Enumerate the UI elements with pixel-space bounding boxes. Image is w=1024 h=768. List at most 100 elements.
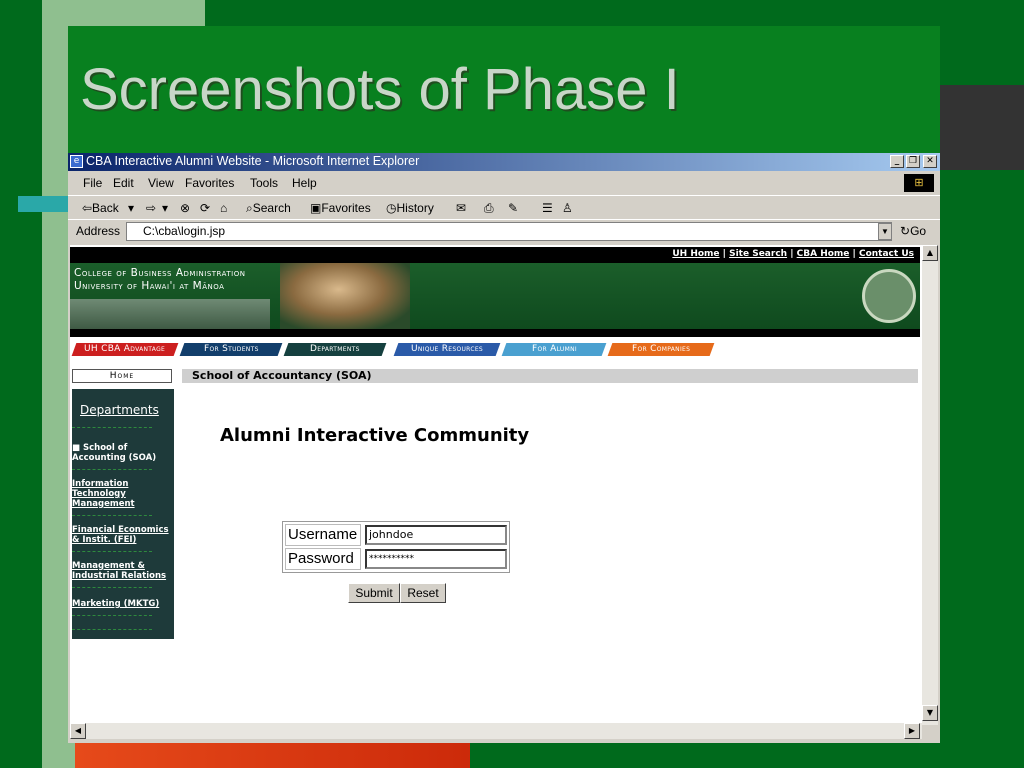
sidebar-divider <box>72 615 152 616</box>
tab-label: For Alumni <box>531 344 577 354</box>
scroll-right-icon[interactable]: ▶ <box>904 723 920 739</box>
vertical-scrollbar[interactable]: ▲ ▼ <box>922 245 938 725</box>
forward-button[interactable]: ⇨ <box>146 201 156 215</box>
search-label: Search <box>252 201 291 215</box>
section-title: School of Accountancy (SOA) <box>182 369 918 383</box>
horizontal-scrollbar[interactable]: ◀ ▶ <box>70 723 922 739</box>
university-seal-icon <box>862 269 916 323</box>
address-dropdown-icon[interactable]: ▼ <box>878 223 892 240</box>
sidebar-divider <box>72 427 152 428</box>
slide-decoration-orange <box>75 742 470 768</box>
tab-uh-cba-advantage[interactable]: UH CBA Advantage <box>71 343 179 356</box>
maximize-button[interactable]: ❐ <box>906 155 920 168</box>
go-button[interactable]: ↻Go <box>900 224 926 238</box>
tab-unique-resources[interactable]: Unique Resources <box>393 343 501 356</box>
messenger-icon[interactable]: ♙ <box>562 201 573 215</box>
sidebar-item-fei[interactable]: Financial Economics & Instit. (FEI) <box>72 525 172 545</box>
back-button[interactable]: ⇦Back <box>82 201 119 215</box>
tab-for-alumni[interactable]: For Alumni <box>501 343 607 356</box>
tab-label: Unique Resources <box>410 344 484 354</box>
edit-icon[interactable]: ✎ <box>508 201 518 215</box>
link-uh-home[interactable]: UH Home <box>672 249 719 259</box>
print-icon[interactable]: ⎙ <box>484 201 494 216</box>
history-button[interactable]: ◷History <box>386 201 434 215</box>
home-icon[interactable]: ⌂ <box>220 201 227 215</box>
menu-tools[interactable]: Tools <box>250 176 278 190</box>
login-form: Username johndoe Password ********** <box>282 521 510 573</box>
go-icon: ↻ <box>900 224 911 238</box>
browser-window: e CBA Interactive Alumni Website - Micro… <box>68 153 940 743</box>
reset-button[interactable]: Reset <box>400 583 446 603</box>
scroll-down-icon[interactable]: ▼ <box>922 705 938 721</box>
link-contact-us[interactable]: Contact Us <box>859 249 914 259</box>
go-label: Go <box>910 224 927 238</box>
sidebar-item-mktg[interactable]: Marketing (MKTG) <box>72 599 172 609</box>
address-input[interactable]: C:\cba\login.jsp <box>126 222 892 241</box>
banner-divider <box>70 329 920 337</box>
menu-bar: File Edit View Favorites Tools Help ⊞ <box>68 171 940 195</box>
banner-building-image <box>70 299 270 329</box>
close-button[interactable]: ✕ <box>923 155 937 168</box>
sidebar-heading[interactable]: Departments <box>80 403 159 417</box>
favorites-button[interactable]: ▣Favorites <box>310 201 371 215</box>
sidebar-divider <box>72 469 152 470</box>
address-bar: Address C:\cba\login.jsp ▼ ↻Go <box>68 219 940 244</box>
history-icon: ◷ <box>386 201 397 215</box>
scroll-up-icon[interactable]: ▲ <box>922 245 938 261</box>
bullet-icon: ■ <box>72 443 83 453</box>
slide-title: Screenshots of Phase I <box>80 57 680 122</box>
back-dropdown-icon[interactable]: ▾ <box>128 201 134 215</box>
submit-button[interactable]: Submit <box>348 583 400 603</box>
mail-icon[interactable]: ✉ <box>456 201 466 215</box>
window-title: CBA Interactive Alumni Website - Microso… <box>86 154 420 168</box>
nav-separator: | <box>790 249 794 259</box>
page-viewport: UH Home | Site Search | CBA Home | Conta… <box>70 245 922 725</box>
link-cba-home[interactable]: CBA Home <box>797 249 850 259</box>
windows-logo-icon: ⊞ <box>904 174 934 192</box>
tab-label: For Companies <box>631 344 691 354</box>
menu-help[interactable]: Help <box>292 176 317 190</box>
tab-departments[interactable]: Departments <box>283 343 387 356</box>
username-field[interactable]: johndoe <box>365 525 507 545</box>
site-banner: College of Business Administration Unive… <box>70 263 920 329</box>
banner-students-photo <box>280 263 410 329</box>
banner-college-name: College of Business Administration <box>74 267 246 279</box>
sidebar-item-mir[interactable]: Management & Industrial Relations <box>72 561 172 581</box>
departments-sidebar: Departments ■ School of Accounting (SOA)… <box>72 389 174 639</box>
password-field[interactable]: ********** <box>365 549 507 569</box>
address-label: Address <box>76 224 121 238</box>
favorites-label: Favorites <box>321 201 371 215</box>
slide-decoration-teal <box>18 196 68 212</box>
stop-icon[interactable]: ⊗ <box>180 201 190 215</box>
toolbar: ⇦Back ▾ ⇨ ▾ ⊗ ⟳ ⌂ ⌕Search ▣Favorites ◷Hi… <box>68 195 940 220</box>
tab-for-companies[interactable]: For Companies <box>607 343 715 356</box>
discuss-icon[interactable]: ☰ <box>542 201 553 215</box>
window-titlebar[interactable]: e CBA Interactive Alumni Website - Micro… <box>68 153 940 171</box>
refresh-icon[interactable]: ⟳ <box>200 201 210 215</box>
sidebar-item-itm[interactable]: Information Technology Management <box>72 479 172 509</box>
nav-separator: | <box>722 249 726 259</box>
slide-decoration-dark <box>940 85 1024 170</box>
menu-favorites[interactable]: Favorites <box>185 176 234 190</box>
forward-dropdown-icon[interactable]: ▾ <box>162 201 168 215</box>
tab-label: UH CBA Advantage <box>84 344 166 354</box>
menu-file[interactable]: File <box>83 176 102 190</box>
page-heading: Alumni Interactive Community <box>220 425 530 446</box>
banner-university-name: University of Hawai'i at Mānoa <box>74 280 225 292</box>
tab-label: For Students <box>203 344 259 354</box>
sidebar-divider <box>72 515 152 516</box>
tab-for-students[interactable]: For Students <box>179 343 283 356</box>
menu-edit[interactable]: Edit <box>113 176 134 190</box>
menu-view[interactable]: View <box>148 176 174 190</box>
sidebar-divider <box>72 551 152 552</box>
nav-separator: | <box>852 249 856 259</box>
password-label: Password <box>285 548 361 570</box>
search-button[interactable]: ⌕Search <box>246 201 291 216</box>
scroll-left-icon[interactable]: ◀ <box>70 723 86 739</box>
minimize-button[interactable]: _ <box>890 155 904 168</box>
home-button[interactable]: Home <box>72 369 172 383</box>
link-site-search[interactable]: Site Search <box>729 249 787 259</box>
sidebar-item-label: School of Accounting (SOA) <box>72 443 157 463</box>
sidebar-divider <box>72 587 152 588</box>
sidebar-item-soa[interactable]: ■ School of Accounting (SOA) <box>72 443 172 463</box>
